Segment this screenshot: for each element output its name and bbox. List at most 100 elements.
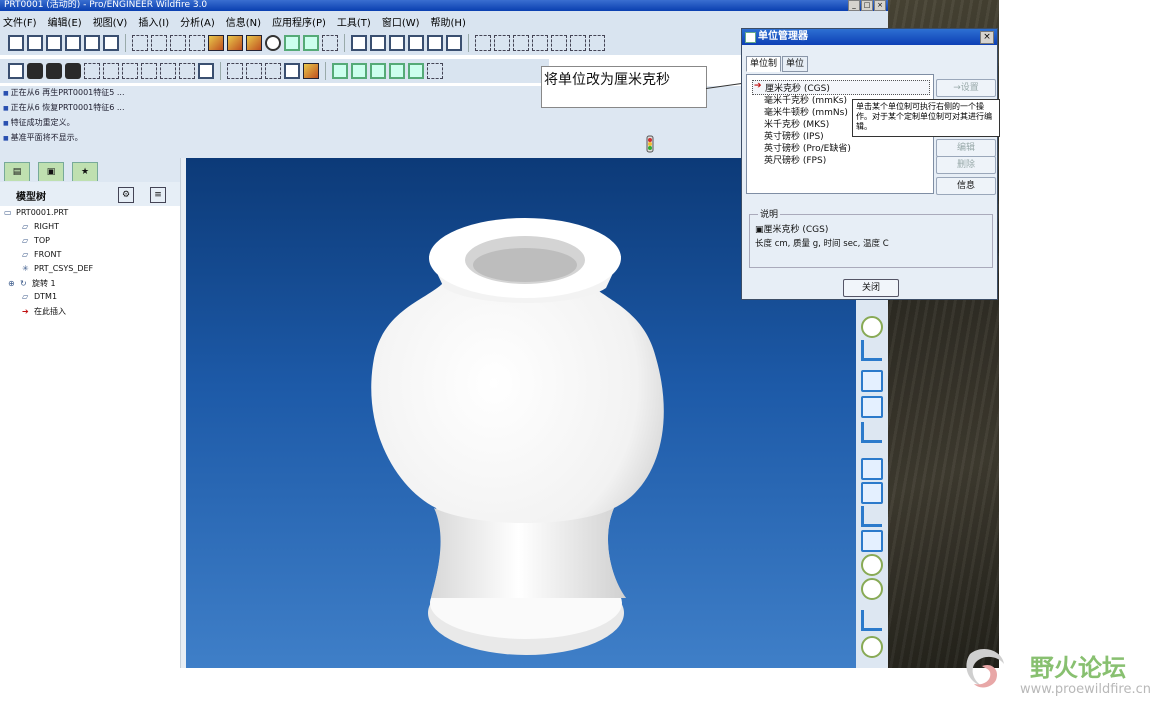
- menu-applications[interactable]: 应用程序(P): [269, 14, 332, 29]
- view-list-icon[interactable]: [198, 63, 214, 79]
- paste-icon[interactable]: [551, 35, 567, 51]
- menu-file[interactable]: 文件(F): [0, 14, 43, 29]
- maximize-button[interactable]: □: [861, 0, 873, 11]
- cut-icon[interactable]: [513, 35, 529, 51]
- refit-icon[interactable]: [122, 63, 138, 79]
- datum-point-tool-icon[interactable]: [861, 316, 883, 338]
- tree-item-dtm1[interactable]: ▱ DTM1: [22, 292, 57, 301]
- print-doc-icon[interactable]: [408, 35, 424, 51]
- draft-tool-icon[interactable]: [861, 530, 883, 552]
- extrude-tool-icon[interactable]: [861, 370, 883, 392]
- menu-help[interactable]: 帮助(H): [428, 14, 472, 29]
- tree-item-right[interactable]: ▱ RIGHT: [22, 222, 59, 231]
- save-icon[interactable]: [46, 35, 62, 51]
- folder-browser-tab-icon[interactable]: ▣: [38, 162, 64, 181]
- save-disk-icon[interactable]: [389, 35, 405, 51]
- dialog-close-icon[interactable]: ×: [980, 31, 994, 44]
- tree-item-front[interactable]: ▱ FRONT: [22, 250, 61, 259]
- tab-unit-systems[interactable]: 单位制: [746, 56, 782, 72]
- set-button[interactable]: →设置: [936, 79, 996, 97]
- tree-item-revolve[interactable]: ⊕ ↻ 旋转 1: [8, 278, 56, 289]
- layers-icon[interactable]: [227, 35, 243, 51]
- model-tree-tab-icon[interactable]: ▤: [4, 162, 30, 181]
- view-manager-icon[interactable]: [246, 35, 262, 51]
- datum-display-icon[interactable]: [303, 63, 319, 79]
- model-player-icon[interactable]: [322, 35, 338, 51]
- mirror-tool-icon[interactable]: [861, 636, 883, 658]
- menu-analysis[interactable]: 分析(A): [177, 14, 221, 29]
- new-icon[interactable]: [8, 35, 24, 51]
- orient-mode-icon[interactable]: [170, 35, 186, 51]
- relations-icon[interactable]: [589, 35, 605, 51]
- datum-axes-icon[interactable]: [351, 63, 367, 79]
- regenerate-icon[interactable]: [265, 35, 281, 51]
- tree-item-insert-here[interactable]: ➔ 在此插入: [22, 306, 66, 317]
- spin-icon[interactable]: [27, 63, 43, 79]
- email-link-icon[interactable]: [446, 35, 462, 51]
- layer-tree-icon[interactable]: [179, 63, 195, 79]
- expand-icon[interactable]: ⊕: [8, 279, 20, 288]
- open-folder-icon[interactable]: [370, 35, 386, 51]
- copy-icon[interactable]: [532, 35, 548, 51]
- revolve-tool-icon[interactable]: [861, 396, 883, 418]
- tree-settings-icon[interactable]: ⚙: [118, 187, 134, 203]
- shade-icon[interactable]: [65, 63, 81, 79]
- reorient-icon[interactable]: [141, 63, 157, 79]
- close-button[interactable]: 关闭: [843, 279, 899, 297]
- context-help-icon[interactable]: [427, 63, 443, 79]
- rib-tool-icon[interactable]: [861, 506, 882, 527]
- spin-center-icon[interactable]: [151, 35, 167, 51]
- wireframe-icon[interactable]: [227, 63, 243, 79]
- sweep-tool-icon[interactable]: [861, 422, 882, 443]
- tab-units[interactable]: 单位: [782, 56, 809, 72]
- save-copy-icon[interactable]: [65, 35, 81, 51]
- close-window-button[interactable]: ×: [874, 0, 886, 11]
- menu-edit[interactable]: 编辑(E): [45, 14, 88, 29]
- appearance-icon[interactable]: [208, 35, 224, 51]
- pattern-tool-icon[interactable]: [861, 610, 882, 631]
- menu-tools[interactable]: 工具(T): [334, 14, 377, 29]
- email-icon[interactable]: [427, 35, 443, 51]
- new-window-icon[interactable]: [351, 35, 367, 51]
- repaint-icon[interactable]: [132, 35, 148, 51]
- orient-icon[interactable]: [46, 63, 62, 79]
- print-icon[interactable]: [84, 35, 100, 51]
- info-button[interactable]: 信息: [936, 177, 996, 195]
- chamfer-tool-icon[interactable]: [861, 578, 883, 600]
- sketch-tool-icon[interactable]: [861, 340, 882, 361]
- menu-insert[interactable]: 插入(I): [135, 14, 175, 29]
- favorites-tab-icon[interactable]: ★: [72, 162, 98, 181]
- hole-tool-icon[interactable]: [861, 458, 883, 480]
- open-icon[interactable]: [27, 35, 43, 51]
- redo-icon[interactable]: [494, 35, 510, 51]
- annotations-icon[interactable]: [408, 63, 424, 79]
- hidden-line-icon[interactable]: [246, 63, 262, 79]
- zoom-window-icon[interactable]: [189, 35, 205, 51]
- menu-info[interactable]: 信息(N): [223, 14, 267, 29]
- csys-icon[interactable]: [389, 63, 405, 79]
- unit-system-fps[interactable]: 英尺磅秒 (FPS): [764, 153, 826, 166]
- shell-tool-icon[interactable]: [861, 482, 883, 504]
- edit-button[interactable]: 编辑: [936, 139, 996, 157]
- round-tool-icon[interactable]: [861, 554, 883, 576]
- minimize-button[interactable]: _: [848, 0, 860, 11]
- delete-button[interactable]: 删除: [936, 156, 996, 174]
- datum-points-icon[interactable]: [370, 63, 386, 79]
- saved-views-icon[interactable]: [160, 63, 176, 79]
- undo-icon[interactable]: [475, 35, 491, 51]
- no-hidden-icon[interactable]: [265, 63, 281, 79]
- zoom-in-icon[interactable]: [84, 63, 100, 79]
- tree-item-csys[interactable]: ✳ PRT_CSYS_DEF: [22, 264, 93, 273]
- datum-planes-icon[interactable]: [332, 63, 348, 79]
- shading-icon[interactable]: [284, 63, 300, 79]
- select-icon[interactable]: [303, 35, 319, 51]
- repaint-view-icon[interactable]: [8, 63, 24, 79]
- menu-view[interactable]: 视图(V): [90, 14, 134, 29]
- send-mail-icon[interactable]: [103, 35, 119, 51]
- menu-window[interactable]: 窗口(W): [379, 14, 426, 29]
- tree-item-part[interactable]: ▭ PRT0001.PRT: [4, 208, 68, 217]
- zoom-out-icon[interactable]: [103, 63, 119, 79]
- tree-item-top[interactable]: ▱ TOP: [22, 236, 50, 245]
- find-icon[interactable]: [284, 35, 300, 51]
- tree-show-icon[interactable]: ≡: [150, 187, 166, 203]
